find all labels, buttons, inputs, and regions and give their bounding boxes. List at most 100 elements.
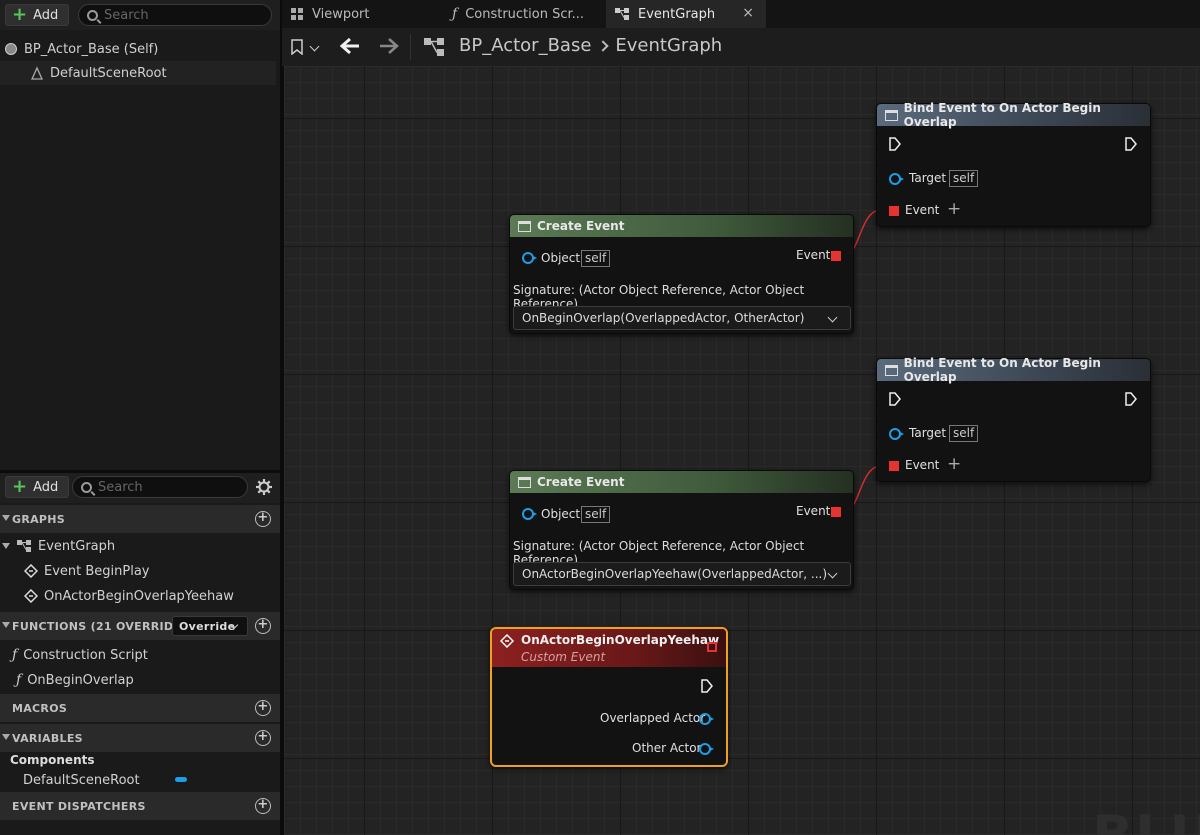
event-output-pin[interactable] bbox=[831, 507, 841, 517]
graph-item-beginplay[interactable]: Event BeginPlay bbox=[24, 560, 150, 582]
self-default-value[interactable]: self bbox=[581, 250, 611, 267]
graph-item-custom-event[interactable]: OnActorBeginOverlapYeehaw bbox=[24, 585, 234, 607]
exec-in-pin[interactable] bbox=[889, 137, 901, 151]
add-function-icon[interactable]: + bbox=[255, 618, 271, 634]
function-item-onbeginoverlap[interactable]: ƒ OnBeginOverlap bbox=[16, 669, 134, 691]
dispatchers-section-header[interactable]: EVENT DISPATCHERS + bbox=[0, 792, 280, 820]
graph-item-eventgraph[interactable]: EventGraph bbox=[2, 535, 115, 557]
overlapped-actor-pin[interactable] bbox=[699, 713, 714, 725]
delegate-output-pin[interactable] bbox=[707, 642, 717, 652]
myblueprint-add-button[interactable]: + Add bbox=[5, 476, 69, 498]
add-pin-icon[interactable]: + bbox=[947, 454, 961, 474]
toolbar-divider bbox=[410, 34, 411, 60]
tab-label: EventGraph bbox=[638, 6, 716, 22]
component-root[interactable]: BP_Actor_Base (Self) bbox=[0, 37, 276, 61]
bind-event-node-1[interactable]: Bind Event to On Actor Begin Overlap Tar… bbox=[876, 101, 1151, 227]
function-node-icon bbox=[885, 364, 898, 376]
chevron-down-icon[interactable] bbox=[309, 41, 320, 52]
add-variable-icon[interactable]: + bbox=[255, 730, 271, 746]
tab-viewport[interactable]: Viewport bbox=[282, 0, 442, 28]
event-icon bbox=[24, 589, 38, 603]
self-default-value[interactable]: self bbox=[949, 425, 979, 442]
components-category[interactable]: Components bbox=[10, 753, 95, 767]
breadcrumb-blueprint[interactable]: BP_Actor_Base bbox=[459, 35, 591, 56]
tab-construction-script[interactable]: ƒ Construction Scr... bbox=[444, 0, 604, 28]
function-node-icon bbox=[518, 476, 531, 488]
add-graph-icon[interactable]: + bbox=[255, 511, 271, 527]
function-item-label: OnBeginOverlap bbox=[27, 672, 134, 688]
expand-arrow-icon bbox=[2, 543, 10, 549]
target-pin[interactable] bbox=[889, 173, 904, 185]
add-dispatcher-icon[interactable]: + bbox=[255, 798, 271, 814]
graph-canvas[interactable]: Bind Event to On Actor Begin Overlap Tar… bbox=[284, 66, 1200, 835]
self-default-value[interactable]: self bbox=[949, 170, 979, 187]
back-arrow-icon[interactable] bbox=[340, 37, 360, 55]
graphs-header-label: GRAPHS bbox=[12, 512, 66, 526]
object-pin[interactable] bbox=[522, 508, 537, 520]
target-pin[interactable] bbox=[889, 428, 904, 440]
variable-item-default-scene-root[interactable]: DefaultSceneRoot bbox=[23, 769, 273, 791]
other-actor-pin[interactable] bbox=[699, 743, 714, 755]
macros-header-label: MACROS bbox=[12, 701, 68, 715]
node-title: Create Event bbox=[537, 475, 625, 489]
create-event-node-1[interactable]: Create Event Object self Event Signature… bbox=[509, 214, 854, 334]
search-icon bbox=[87, 9, 98, 21]
add-label: Add bbox=[33, 7, 59, 23]
event-output-pin[interactable] bbox=[831, 251, 841, 261]
breadcrumb: BP_Actor_Base EventGraph bbox=[459, 35, 722, 56]
node-header: Bind Event to On Actor Begin Overlap bbox=[877, 101, 1150, 129]
dropdown-value: OnBeginOverlap(OverlappedActor, OtherAct… bbox=[522, 311, 805, 325]
function-select-dropdown[interactable]: OnActorBeginOverlapYeehaw(OverlappedActo… bbox=[513, 562, 851, 586]
chevron-down-icon bbox=[827, 568, 838, 579]
node-header: Create Event bbox=[510, 471, 853, 493]
overlapped-actor-label: Overlapped Actor bbox=[600, 711, 706, 725]
breadcrumb-graph[interactable]: EventGraph bbox=[615, 35, 722, 56]
tab-eventgraph[interactable]: EventGraph × bbox=[606, 0, 766, 28]
macros-section-header[interactable]: MACROS + bbox=[0, 694, 280, 722]
custom-event-node[interactable]: OnActorBeginOverlapYeehaw Custom Event O… bbox=[490, 627, 728, 767]
forward-arrow-icon[interactable] bbox=[379, 37, 399, 55]
component-default-scene-root[interactable]: DefaultSceneRoot bbox=[0, 61, 276, 85]
node-title: OnActorBeginOverlapYeehaw bbox=[521, 633, 720, 647]
scene-component-icon bbox=[30, 66, 44, 80]
event-pin[interactable] bbox=[889, 461, 899, 471]
variable-type-pill bbox=[175, 777, 187, 782]
tab-label: Viewport bbox=[312, 6, 370, 22]
components-search-input[interactable]: Search bbox=[78, 4, 272, 26]
event-pin[interactable] bbox=[889, 206, 899, 216]
node-header: OnActorBeginOverlapYeehaw Custom Event bbox=[492, 629, 726, 667]
variables-section-header[interactable]: VARIABLES + bbox=[0, 724, 280, 752]
search-icon bbox=[81, 481, 92, 493]
close-icon[interactable]: × bbox=[742, 5, 754, 21]
components-add-button[interactable]: + Add bbox=[5, 4, 69, 26]
tab-label: Construction Scr... bbox=[465, 6, 585, 22]
collapse-arrow-icon bbox=[2, 515, 10, 521]
exec-out-pin[interactable] bbox=[1125, 392, 1137, 406]
function-icon: ƒ bbox=[12, 647, 18, 663]
gear-icon[interactable] bbox=[255, 478, 273, 496]
self-default-value[interactable]: self bbox=[581, 506, 611, 523]
dropdown-value: OnActorBeginOverlapYeehaw(OverlappedActo… bbox=[522, 567, 828, 581]
myblueprint-search-input[interactable]: Search bbox=[72, 476, 248, 498]
graph-item-label: EventGraph bbox=[38, 538, 116, 554]
collapse-arrow-icon bbox=[2, 622, 10, 628]
function-item-label: Construction Script bbox=[23, 647, 148, 663]
variable-item-label: DefaultSceneRoot bbox=[23, 772, 140, 788]
function-icon: ƒ bbox=[16, 672, 22, 688]
tab-bar: Viewport ƒ Construction Scr... EventGrap… bbox=[282, 0, 1200, 28]
graphs-section-header[interactable]: GRAPHS + bbox=[0, 505, 280, 533]
bookmark-icon[interactable] bbox=[290, 39, 304, 55]
add-pin-icon[interactable]: + bbox=[947, 199, 961, 219]
override-dropdown[interactable]: Override bbox=[172, 616, 248, 636]
left-panel: + Add Search BP_Actor_Base (Self) Defaul… bbox=[0, 0, 280, 835]
bind-event-node-2[interactable]: Bind Event to On Actor Begin Overlap Tar… bbox=[876, 356, 1151, 482]
exec-in-pin[interactable] bbox=[889, 392, 901, 406]
function-select-dropdown[interactable]: OnBeginOverlap(OverlappedActor, OtherAct… bbox=[513, 306, 851, 330]
function-item-construction-script[interactable]: ƒ Construction Script bbox=[12, 644, 148, 666]
exec-out-pin[interactable] bbox=[1125, 137, 1137, 151]
functions-section-header[interactable]: FUNCTIONS (21 OVERRIDABLE) Override + bbox=[0, 612, 280, 640]
object-pin[interactable] bbox=[522, 252, 537, 264]
add-macro-icon[interactable]: + bbox=[255, 700, 271, 716]
create-event-node-2[interactable]: Create Event Object self Event Signature… bbox=[509, 470, 854, 590]
exec-out-pin[interactable] bbox=[701, 679, 713, 693]
